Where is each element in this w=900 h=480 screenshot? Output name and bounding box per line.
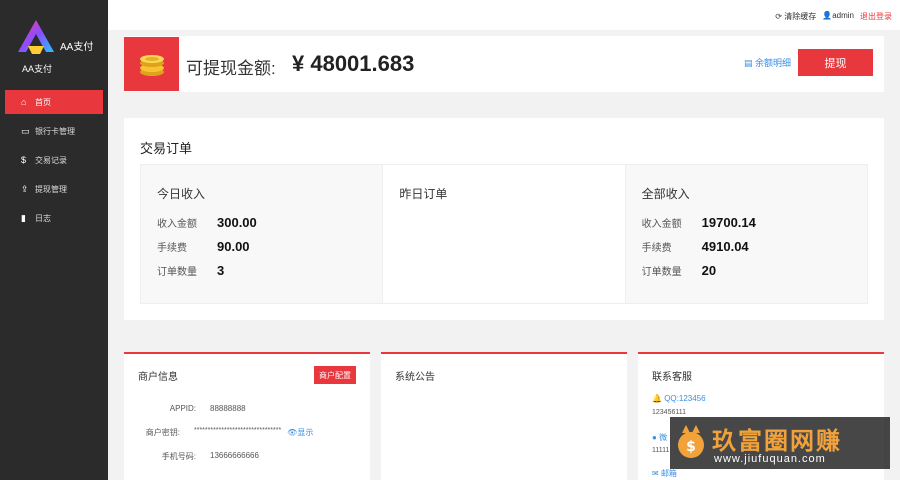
system-notice-title: 系统公告: [395, 372, 435, 383]
sidebar-nav: ⌂ 首页 ▭ 银行卡管理 $ 交易记录 ⇪ 提现管理 ▮ 日志: [0, 90, 108, 235]
user-menu[interactable]: 👤admin: [822, 11, 854, 22]
stat-title: 昨日订单: [399, 187, 448, 201]
stat-row-fee: 手续费 90.00: [157, 239, 250, 254]
username: admin: [832, 11, 854, 20]
user-icon: 👤: [822, 11, 833, 20]
qq-icon: 🔔: [652, 394, 662, 403]
stat-title: 今日收入: [157, 187, 206, 201]
upload-icon: ⇪: [21, 183, 29, 194]
watermark-banner: $ 玖富圈网赚 www.jiufuquan.com: [670, 417, 890, 469]
merchant-key-label: 商户密钥:: [145, 428, 180, 437]
sidebar: AA支付 AA支付 ⌂ 首页 ▭ 银行卡管理 $ 交易记录 ⇪ 提现管理 ▮ 日…: [0, 0, 108, 480]
merchant-info-title: 商户信息: [138, 372, 178, 383]
balance-label: 可提现金额:: [186, 59, 276, 78]
balance-detail-link[interactable]: ▤ 余额明细: [744, 56, 791, 69]
phone-row: 手机号码: 13666666666: [150, 451, 259, 462]
svg-text:$: $: [686, 439, 696, 455]
home-icon: ⌂: [21, 97, 27, 107]
coins-icon: [139, 55, 164, 76]
system-notice-card: 系统公告: [381, 352, 627, 480]
watermark-url: www.jiufuquan.com: [714, 453, 826, 465]
balance-value: ¥ 48001.683: [292, 51, 415, 76]
document-icon: ▮: [21, 212, 26, 223]
email-label: 邮箱: [660, 469, 677, 478]
stat-key: 收入金额: [641, 219, 682, 230]
brand-name: AA支付: [60, 42, 94, 53]
sidebar-item-home[interactable]: ⌂ 首页: [5, 90, 103, 114]
stat-value: 4910.04: [701, 239, 749, 254]
stat-row-income: 收入金额 300.00: [157, 215, 257, 230]
merchant-key-row: 商户密钥: ******************************** 👁…: [136, 427, 314, 438]
sidebar-item-transactions[interactable]: $ 交易记录: [5, 148, 103, 172]
sidebar-item-label: 银行卡管理: [35, 126, 75, 136]
mail-icon: ✉: [652, 469, 659, 478]
appid-value: 88888888: [210, 404, 246, 413]
wechat-label: 微: [659, 433, 668, 442]
stat-value: 300.00: [217, 215, 257, 230]
clear-cache-link[interactable]: ⟳ 清除缓存: [775, 11, 816, 22]
stat-key: 订单数量: [641, 267, 682, 278]
stat-key: 手续费: [641, 243, 672, 254]
sidebar-item-label: 日志: [35, 213, 51, 223]
dollar-icon: $: [21, 155, 27, 165]
stat-row-income: 收入金额 19700.14: [642, 215, 756, 230]
email-line[interactable]: ✉ 邮箱: [652, 468, 677, 479]
show-key-link[interactable]: 👁显示: [287, 427, 313, 438]
stat-row-fee: 手续费 4910.04: [642, 239, 749, 254]
wechat-number: 11111: [652, 447, 670, 454]
balance-detail-label: 余额明细: [755, 58, 792, 68]
appid-row: APPID: 88888888: [150, 404, 246, 413]
merchant-config-button[interactable]: 商户配置: [314, 366, 356, 384]
watermark-logo: $: [678, 425, 704, 458]
sidebar-item-label: 提现管理: [35, 184, 67, 194]
sidebar-item-bank-cards[interactable]: ▭ 银行卡管理: [5, 119, 103, 143]
logout-link[interactable]: 退出登录: [860, 11, 892, 22]
stat-total: 全部收入 收入金额 19700.14 手续费 4910.04 订单数量 20: [625, 165, 867, 303]
stat-value: 90.00: [217, 239, 250, 254]
phone-value: 13666666666: [210, 451, 259, 460]
appid-label: APPID:: [169, 404, 196, 413]
stat-today: 今日收入 收入金额 300.00 手续费 90.00 订单数量 3: [141, 165, 384, 303]
stat-value: 3: [217, 263, 225, 278]
top-links: ⟳ 清除缓存 👤admin 退出登录: [775, 11, 892, 22]
show-key-label: 显示: [297, 428, 314, 437]
wechat-line[interactable]: ● 微: [652, 432, 667, 443]
qq-link[interactable]: 🔔 QQ:123456: [652, 394, 706, 403]
stat-row-count: 订单数量 3: [157, 263, 224, 278]
qq-label: QQ:123456: [664, 394, 706, 403]
sidebar-item-label: 首页: [35, 97, 51, 107]
card-icon: ▭: [21, 125, 30, 136]
brand-logo: [18, 20, 54, 54]
qq-number: 123456111: [652, 409, 686, 416]
stat-yesterday: 昨日订单: [383, 165, 626, 303]
withdraw-button[interactable]: 提现: [798, 49, 873, 76]
stat-value: 19700.14: [701, 215, 756, 230]
top-bar: ⟳ 清除缓存 👤admin 退出登录: [108, 0, 900, 30]
stat-key: 手续费: [157, 243, 187, 254]
wechat-icon: ●: [652, 433, 657, 442]
coins-icon-box: [124, 37, 179, 91]
orders-card: 交易订单 今日收入 收入金额 300.00 手续费 90.00 订单数量 3 昨…: [124, 118, 884, 320]
stat-key: 收入金额: [157, 219, 197, 230]
brand-subtitle: AA支付: [22, 64, 53, 74]
orders-title: 交易订单: [140, 141, 193, 156]
phone-label: 手机号码:: [161, 452, 196, 461]
order-stats: 今日收入 收入金额 300.00 手续费 90.00 订单数量 3 昨日订单 全…: [140, 164, 868, 304]
merchant-key-value: ********************************: [194, 427, 282, 434]
stat-key: 订单数量: [157, 267, 197, 278]
sidebar-item-withdrawals[interactable]: ⇪ 提现管理: [5, 177, 103, 201]
sidebar-item-label: 交易记录: [35, 155, 67, 165]
customer-service-title: 联系客服: [652, 372, 692, 383]
balance-card: 可提现金额: ¥ 48001.683 ▤ 余额明细 提现: [124, 36, 884, 92]
stat-row-count: 订单数量 20: [642, 263, 716, 278]
sidebar-item-logs[interactable]: ▮ 日志: [5, 206, 103, 230]
watermark-title: 玖富圈网赚: [712, 427, 842, 455]
stat-value: 20: [701, 263, 717, 278]
stat-title: 全部收入: [641, 187, 690, 201]
merchant-info-card: 商户信息 商户配置 APPID: 88888888 商户密钥: ********…: [124, 352, 370, 480]
